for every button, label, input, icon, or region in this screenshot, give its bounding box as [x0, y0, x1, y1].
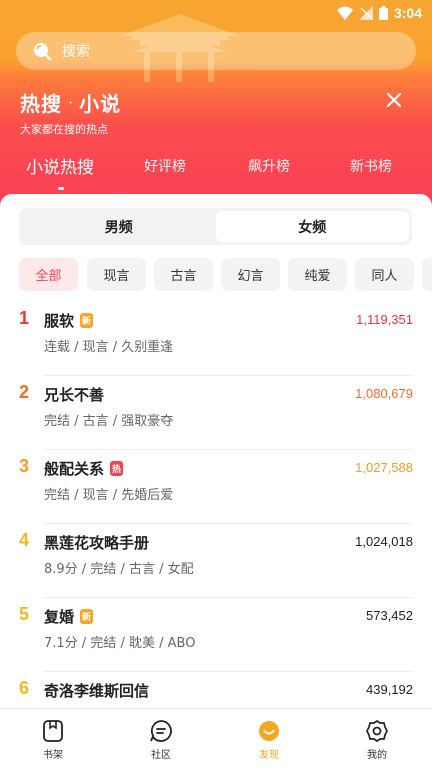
category-filter: 全部 现言 古言 幻言 纯爱 同人 — [19, 258, 432, 292]
tab-top-rated[interactable]: 好评榜 — [144, 156, 186, 176]
tab-hot-search[interactable]: 小说热搜 — [26, 153, 94, 178]
heat-value: 1,024,018 — [355, 534, 413, 549]
book-title: 复婚新 — [44, 606, 94, 627]
rank-tabs: 小说热搜 好评榜 飙升榜 新书榜 — [0, 156, 432, 196]
rank-number: 6 — [19, 678, 30, 698]
title-novel: 小说 — [79, 92, 122, 116]
heat-value: 573,452 — [366, 608, 413, 623]
heat-value: 1,119,351 — [356, 312, 413, 327]
new-badge: 新 — [80, 609, 94, 624]
wifi-icon — [336, 6, 353, 20]
signal-icon — [358, 6, 373, 20]
category-fantasy-romance[interactable]: 幻言 — [221, 258, 280, 291]
heat-value: 439,192 — [366, 682, 413, 697]
nav-bookshelf[interactable]: 书架 — [23, 719, 83, 761]
rank-number: 5 — [19, 604, 30, 624]
category-ancient-romance[interactable]: 古言 — [154, 258, 213, 291]
bookshelf-icon — [43, 720, 63, 742]
heat-value: 1,080,679 — [355, 386, 413, 401]
book-title: 般配关系热 — [44, 458, 124, 479]
nav-discover[interactable]: 发现 — [239, 719, 299, 761]
book-title-text: 般配关系 — [44, 460, 105, 478]
list-item[interactable]: 1 服软新 连载 / 现言 / 久别重逢 1,119,351 — [0, 302, 432, 376]
book-title-text: 服软 — [44, 312, 75, 330]
category-fanfic[interactable]: 同人 — [355, 258, 414, 291]
rank-number: 4 — [19, 530, 30, 550]
tab-new-books[interactable]: 新书榜 — [350, 156, 392, 176]
nav-label: 书架 — [43, 750, 63, 761]
search-icon — [34, 43, 52, 61]
gender-male-option[interactable]: 男频 — [22, 211, 216, 242]
book-meta: 连载 / 现言 / 久别重逢 — [44, 340, 174, 355]
heat-value: 1,027,588 — [355, 460, 413, 475]
page-title: 热搜 · 小说 — [20, 88, 121, 117]
list-item[interactable]: 5 复婚新 7.1分 / 完结 / 耽美 / ABO 573,452 — [0, 598, 432, 672]
search-bar[interactable]: 搜索 — [16, 32, 416, 70]
rank-number: 3 — [19, 456, 30, 476]
book-title: 服软新 — [44, 310, 94, 331]
gender-female-option[interactable]: 女频 — [215, 211, 409, 242]
category-bl[interactable]: 纯爱 — [288, 258, 347, 291]
nav-label: 社区 — [151, 750, 171, 761]
book-title: 黑莲花攻略手册 — [44, 534, 150, 552]
tab-active-indicator — [58, 187, 64, 190]
book-meta: 8.9分 / 完结 / 古言 / 女配 — [44, 562, 194, 577]
title-hot: 热搜 — [20, 92, 62, 116]
title-separator: · — [68, 93, 74, 112]
book-meta: 7.1分 / 完结 / 耽美 / ABO — [44, 636, 196, 651]
ranking-panel: 男频 女频 全部 现言 古言 幻言 纯爱 同人 1 服软新 连载 / 现言 / … — [0, 194, 432, 714]
discover-icon — [259, 721, 279, 741]
page-subtitle: 大家都在搜的热点 — [20, 123, 108, 136]
status-time: 3:04 — [393, 5, 422, 21]
list-item[interactable]: 3 般配关系热 完结 / 现言 / 先婚后爱 1,027,588 — [0, 450, 432, 524]
nav-label: 发现 — [259, 750, 279, 761]
book-title-text: 复婚 — [44, 608, 75, 626]
new-badge: 新 — [80, 313, 94, 328]
category-all[interactable]: 全部 — [19, 258, 78, 291]
close-icon — [386, 92, 402, 108]
settings-gear-icon — [366, 720, 388, 742]
search-placeholder: 搜索 — [62, 44, 90, 60]
close-button[interactable] — [384, 90, 404, 110]
book-title: 兄长不善 — [44, 386, 105, 404]
category-modern-romance[interactable]: 现言 — [87, 258, 146, 291]
book-meta: 完结 / 现言 / 先婚后爱 — [44, 488, 174, 503]
book-title: 奇洛李维斯回信 — [44, 682, 150, 700]
category-more[interactable] — [422, 258, 432, 291]
book-meta: 完结 / 古言 / 强取豪夺 — [44, 414, 174, 429]
nav-community[interactable]: 社区 — [131, 719, 191, 761]
tab-rising[interactable]: 飙升榜 — [248, 156, 290, 176]
gender-toggle: 男频 女频 — [19, 208, 412, 245]
bottom-navigation: 书架 社区 发现 我的 — [0, 708, 432, 768]
battery-icon — [378, 6, 388, 20]
list-item[interactable]: 4 黑莲花攻略手册 8.9分 / 完结 / 古言 / 女配 1,024,018 — [0, 524, 432, 598]
community-icon — [150, 720, 172, 742]
nav-me[interactable]: 我的 — [347, 719, 407, 761]
list-item[interactable]: 2 兄长不善 完结 / 古言 / 强取豪夺 1,080,679 — [0, 376, 432, 450]
nav-label: 我的 — [367, 750, 387, 761]
rank-number: 1 — [19, 308, 30, 328]
hot-badge: 热 — [110, 461, 124, 476]
rank-number: 2 — [19, 382, 30, 402]
status-bar: 3:04 — [0, 0, 432, 26]
